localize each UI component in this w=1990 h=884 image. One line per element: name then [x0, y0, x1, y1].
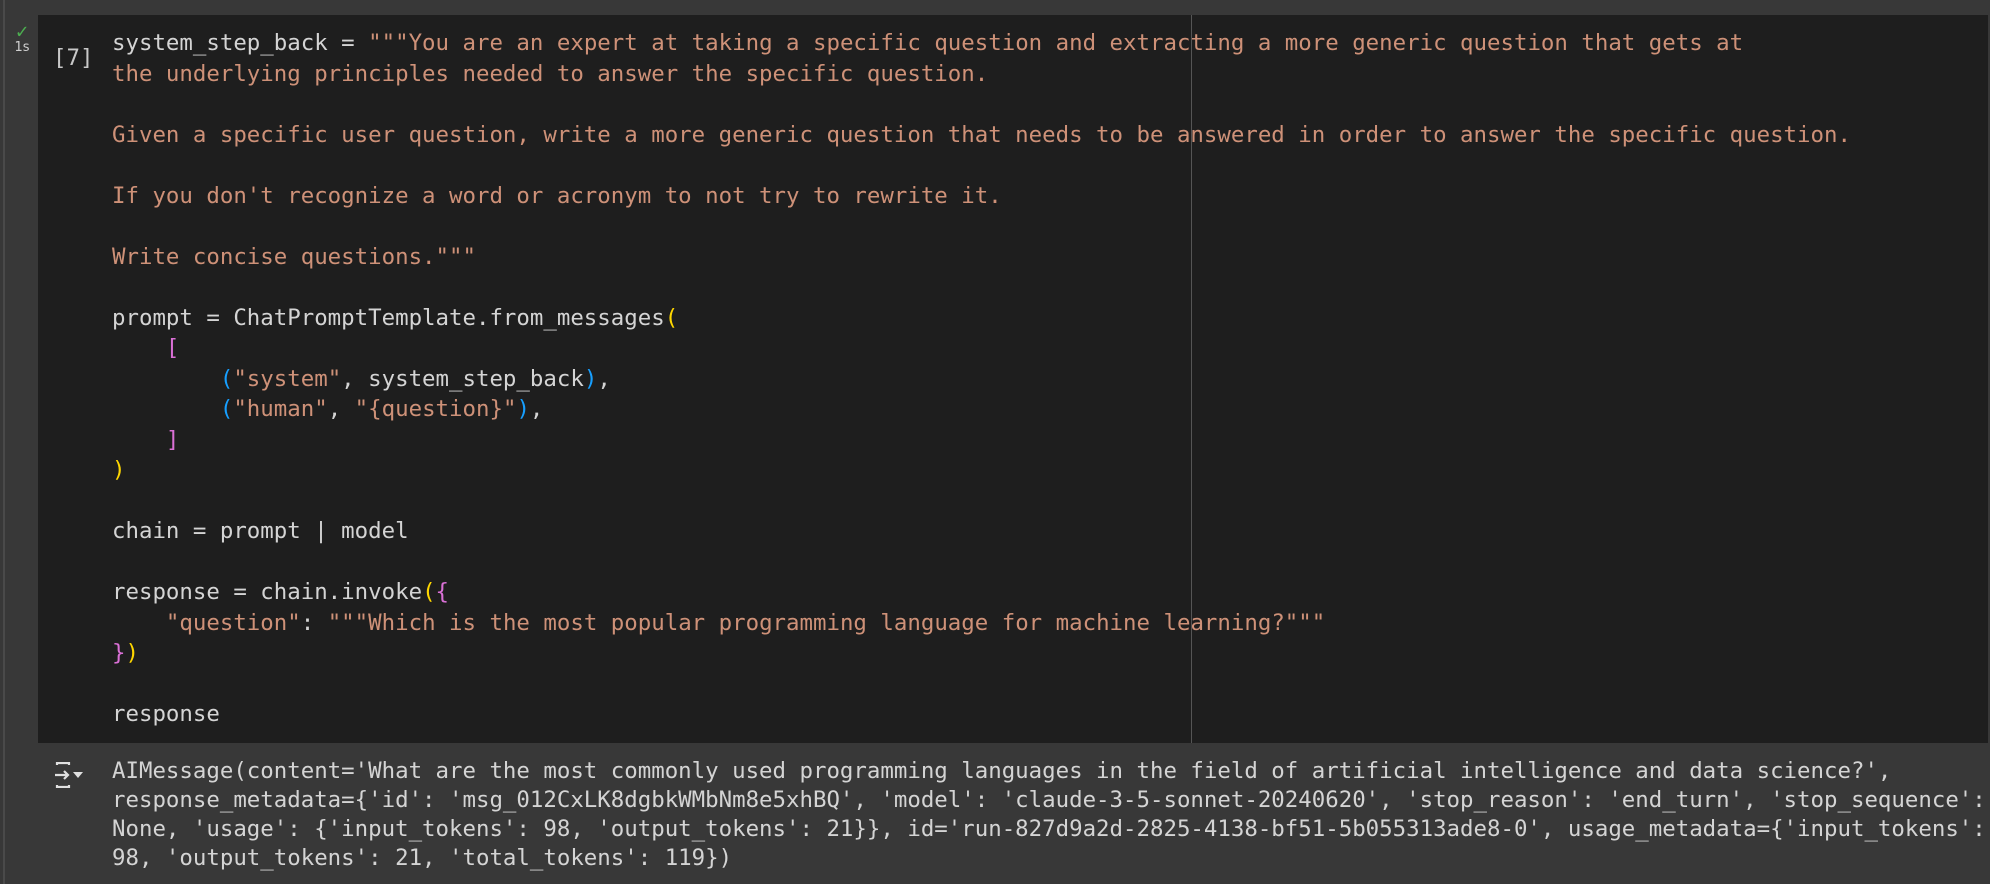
code-token: ) — [516, 396, 530, 422]
code-line: ("human", "{question}"), — [112, 394, 1851, 425]
code-line: response = chain.invoke({ — [112, 577, 1851, 608]
code-token: , — [597, 365, 611, 392]
code-line: }) — [112, 638, 1851, 669]
string-token: Write concise questions.""" — [112, 243, 476, 270]
code-line: response — [112, 699, 1851, 730]
string-token: "human" — [233, 396, 328, 422]
code-token: prompt = ChatPromptTemplate.from_message… — [112, 304, 665, 331]
code-token: ] — [165, 426, 180, 453]
code-token: ( — [664, 304, 679, 331]
code-token: ( — [422, 579, 436, 605]
code-token: [ — [165, 335, 180, 361]
code-token: { — [435, 579, 450, 605]
code-token: , — [327, 396, 355, 422]
code-token: ) — [112, 457, 126, 483]
code-line: prompt = ChatPromptTemplate.from_message… — [112, 303, 1851, 334]
output-line: response_metadata={'id': 'msg_012CxLK8dg… — [112, 787, 1986, 813]
code-line: If you don't recognize a word or acronym… — [112, 181, 1851, 212]
code-token: , system_step_back — [341, 365, 584, 392]
string-token: """Which is the most popular programming… — [327, 609, 1326, 636]
code-line: chain = prompt | model — [112, 516, 1851, 547]
execution-count: [7] — [53, 45, 94, 71]
code-token: chain = prompt | model — [112, 518, 409, 544]
code-line: ("system", system_step_back), — [112, 364, 1851, 395]
cell-output: AIMessage(content='What are the most com… — [0, 743, 1990, 884]
execution-duration: 1s — [14, 40, 30, 55]
line-length-ruler — [1191, 15, 1192, 743]
code-line: Write concise questions.""" — [112, 242, 1851, 273]
code-cell[interactable]: [7] system_step_back = """You are an exp… — [38, 15, 1988, 743]
code-token: ( — [219, 365, 234, 392]
code-token: ) — [583, 365, 598, 392]
output-line: AIMessage(content='What are the most com… — [112, 758, 1892, 784]
string-token: """You are an expert at taking a specifi… — [368, 30, 1744, 56]
output-text: AIMessage(content='What are the most com… — [112, 757, 1986, 873]
output-line: 98, 'output_tokens': 21, 'total_tokens':… — [112, 845, 733, 871]
code-line: "question": """Which is the most popular… — [112, 608, 1851, 639]
code-token: } — [112, 640, 126, 666]
code-line: [ — [112, 333, 1851, 364]
check-icon: ✓ — [15, 19, 29, 43]
code-line: the underlying principles needed to answ… — [112, 59, 1851, 90]
code-token: response = chain.invoke — [112, 579, 423, 605]
string-token: If you don't recognize a word or acronym… — [112, 182, 1002, 209]
string-token: "question" — [165, 609, 301, 636]
code-line: system_step_back = """You are an expert … — [112, 28, 1851, 59]
code-token: response — [112, 701, 220, 727]
code-line: ) — [112, 455, 1851, 486]
string-token: "system" — [233, 365, 342, 392]
code-token: : — [300, 609, 328, 636]
code-token: system_step_back = — [112, 30, 369, 56]
string-token: the underlying principles needed to answ… — [112, 60, 989, 87]
output-toggle-icon[interactable] — [54, 761, 88, 789]
cell-status[interactable]: ✓ 1s — [8, 19, 36, 56]
code-line: ] — [112, 425, 1851, 456]
string-token: Given a specific user question, write a … — [112, 121, 1851, 148]
string-token: "{question}" — [354, 396, 517, 422]
code-line: Given a specific user question, write a … — [112, 120, 1851, 151]
code-token: ) — [125, 640, 139, 666]
output-line: None, 'usage': {'input_tokens': 98, 'out… — [112, 816, 1986, 842]
code-editor[interactable]: system_step_back = """You are an expert … — [112, 28, 1851, 730]
code-token: , — [529, 396, 544, 422]
code-token: ( — [219, 396, 234, 422]
